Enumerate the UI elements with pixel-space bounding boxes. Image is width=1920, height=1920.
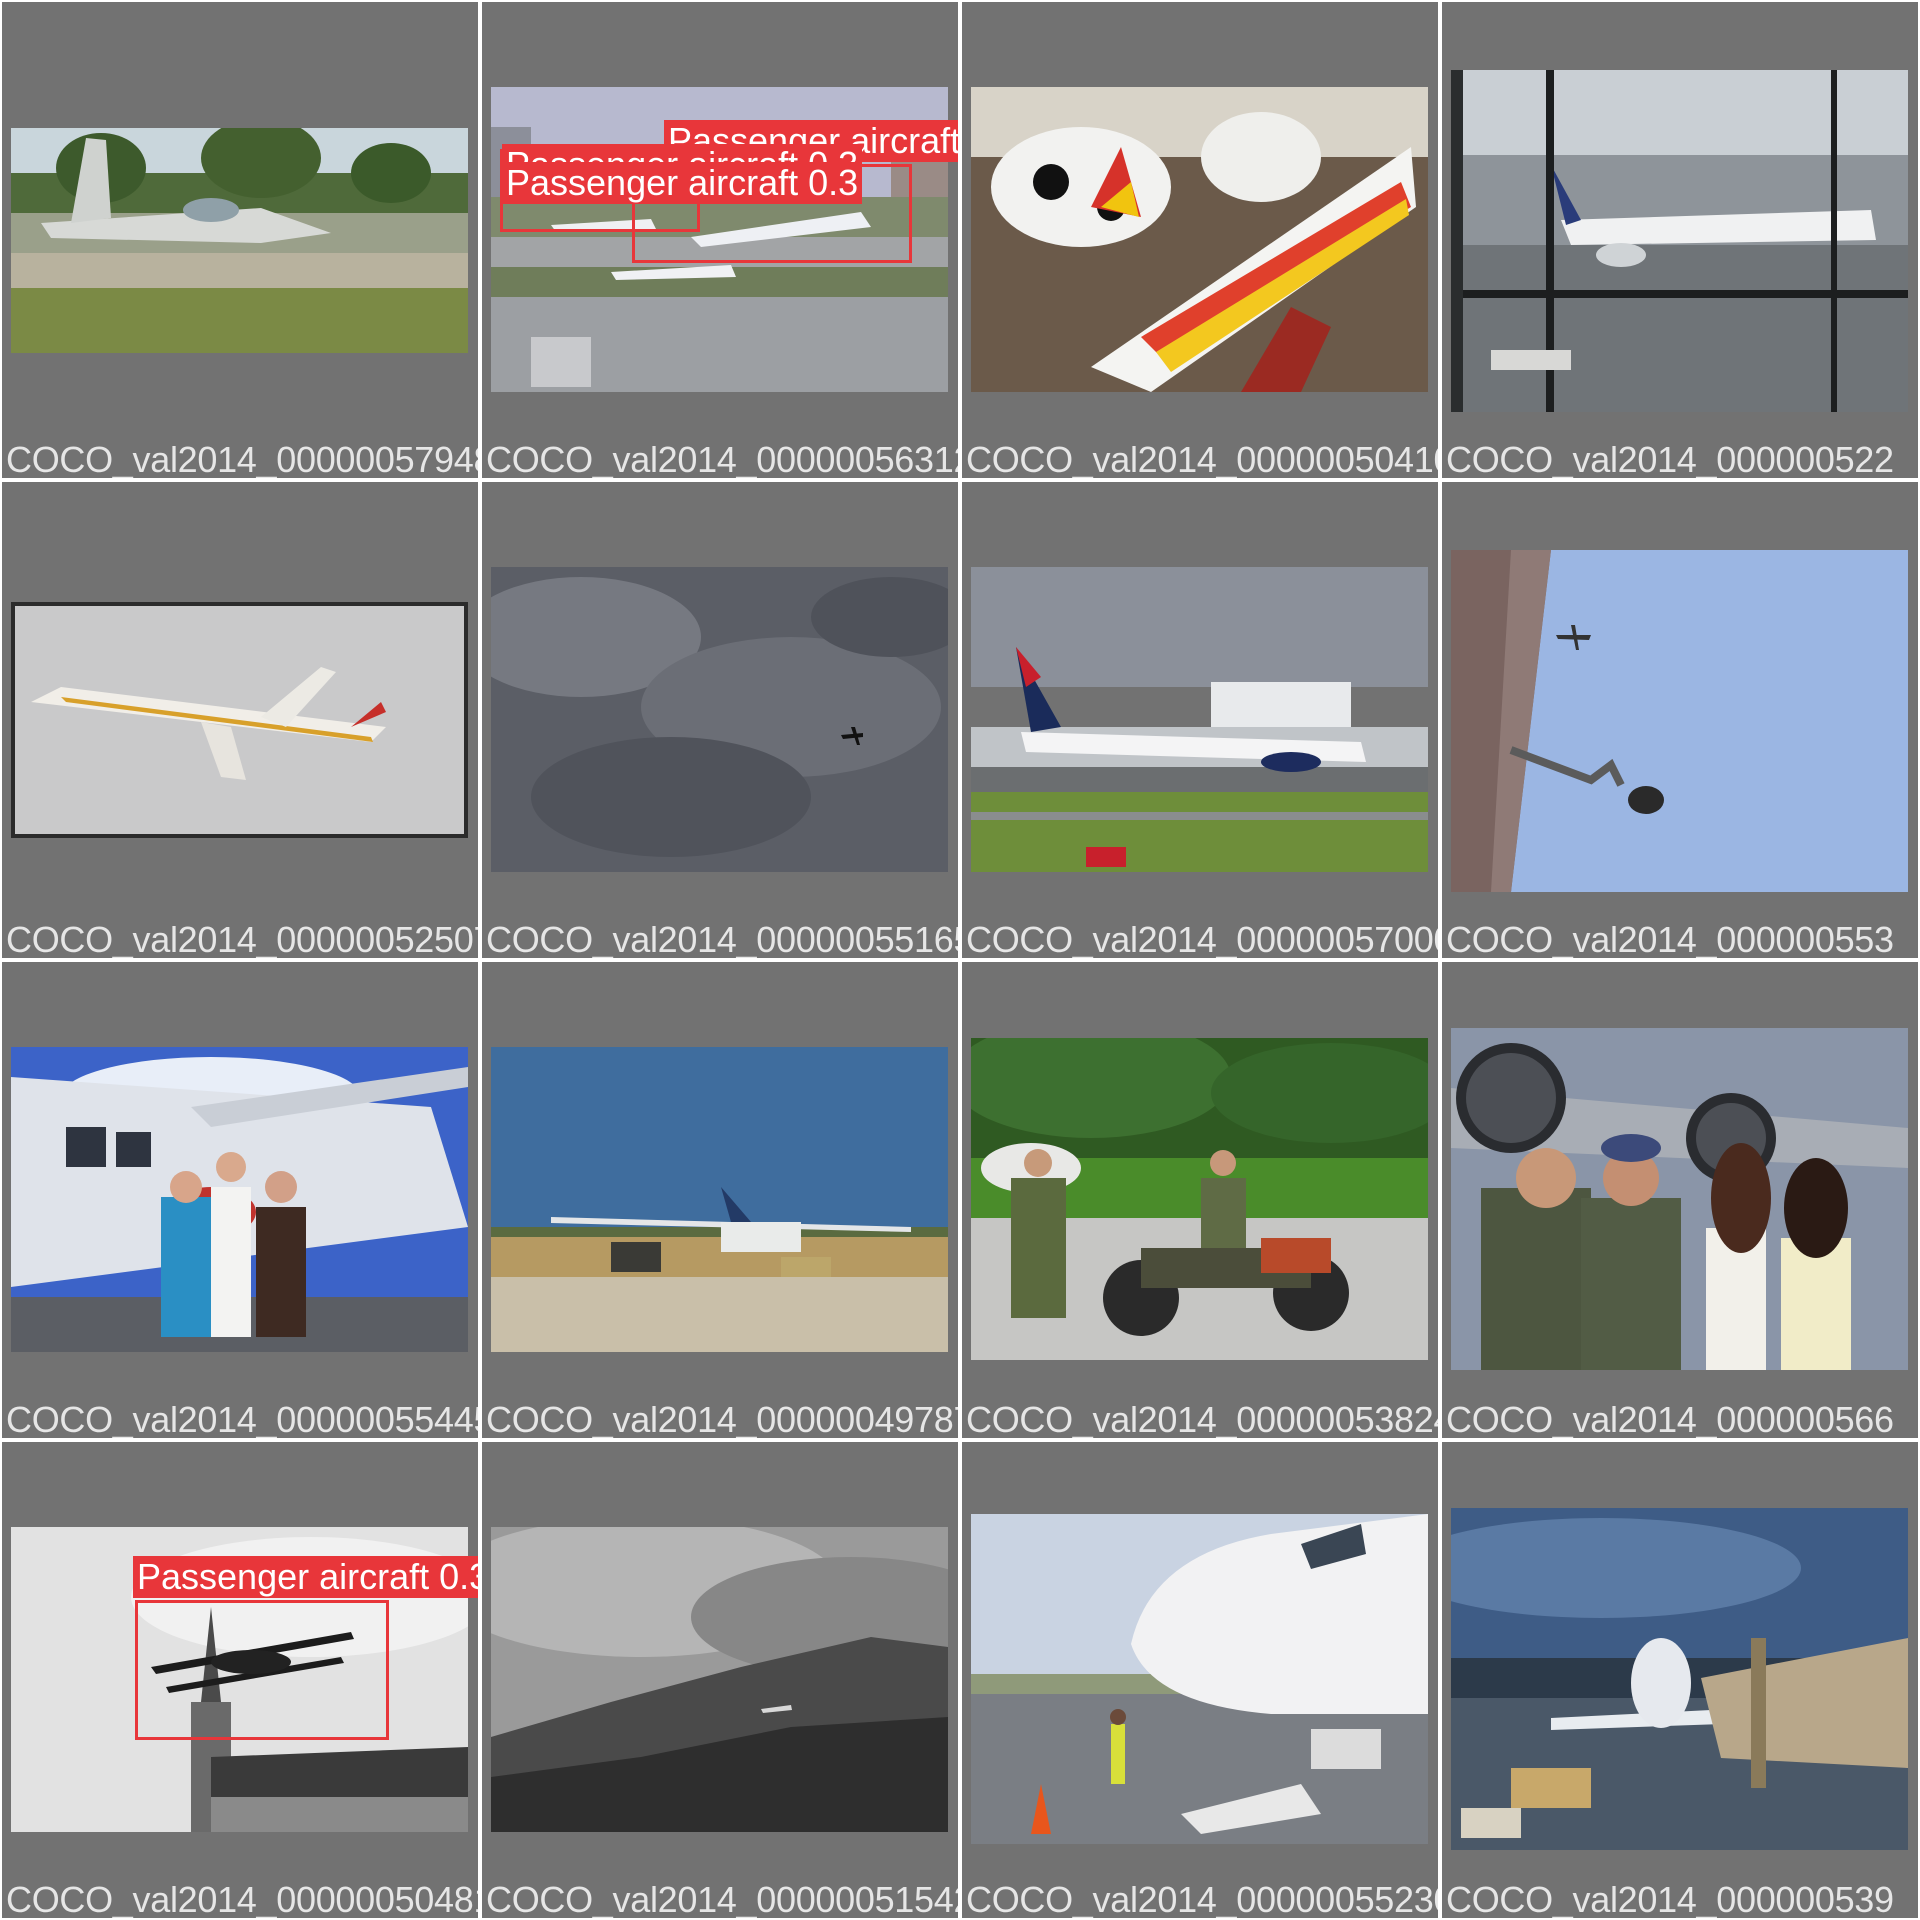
detection-box	[135, 1600, 389, 1740]
tile-image	[1451, 70, 1908, 412]
tile-image	[1451, 1028, 1908, 1370]
tile-image	[971, 1514, 1428, 1844]
detection-label: Passenger aircraft 0.3	[502, 162, 863, 204]
image-filename: COCO_val2014_000000579484.jpg	[6, 439, 478, 478]
tile: COCO_val2014_000000504101.jpg	[962, 2, 1438, 478]
tile-image	[11, 1047, 468, 1352]
tile: COCO_val2014_000000522	[1442, 2, 1918, 478]
image-filename: COCO_val2014_000000563127.jpg	[486, 439, 958, 478]
tile-image	[491, 1527, 948, 1832]
tile: COCO_val2014_000000579484.jpg	[2, 2, 478, 478]
image-filename: COCO_val2014_000000553	[1446, 919, 1894, 958]
image-filename: COCO_val2014_000000570001.jpg	[966, 919, 1438, 958]
tile-image	[971, 567, 1428, 872]
tile-image	[971, 1038, 1428, 1360]
tile-image	[491, 567, 948, 872]
image-filename: COCO_val2014_000000525077.jpg	[6, 919, 478, 958]
tile: COCO_val2014_000000554459.jpg	[2, 962, 478, 1438]
image-filename: COCO_val2014_000000522	[1446, 439, 1894, 478]
image-filename: COCO_val2014_000000539	[1446, 1879, 1894, 1918]
image-filename: COCO_val2014_000000504811.jpg	[6, 1879, 478, 1918]
image-filename: COCO_val2014_000000504101.jpg	[966, 439, 1438, 478]
image-filename: COCO_val2014_000000497878.jpg	[486, 1399, 958, 1438]
tile: COCO_val2014_000000515422.jpg	[482, 1442, 958, 1918]
tile: Passenger aircraft 0.4 Passenger aircraf…	[482, 2, 958, 478]
image-filename: COCO_val2014_000000515422.jpg	[486, 1879, 958, 1918]
detection-label: Passenger aircraft 0.3	[133, 1556, 478, 1598]
image-filename: COCO_val2014_000000538242.jpg	[966, 1399, 1438, 1438]
tile: COCO_val2014_000000539	[1442, 1442, 1918, 1918]
tile-image	[11, 128, 468, 353]
image-filename: COCO_val2014_000000552302.jpg	[966, 1879, 1438, 1918]
tile: COCO_val2014_000000497878.jpg	[482, 962, 958, 1438]
tile-image	[11, 602, 468, 838]
tile: COCO_val2014_000000553	[1442, 482, 1918, 958]
image-filename: COCO_val2014_000000551650.jpg	[486, 919, 958, 958]
tile: COCO_val2014_000000551650.jpg	[482, 482, 958, 958]
tile: COCO_val2014_000000570001.jpg	[962, 482, 1438, 958]
tile-image	[971, 87, 1428, 392]
mosaic-grid: COCO_val2014_000000579484.jpg Passenger …	[0, 0, 1920, 1920]
tile: Passenger aircraft 0.3 COCO_val2014_0000…	[2, 1442, 478, 1918]
tile-image	[1451, 1508, 1908, 1850]
tile: COCO_val2014_000000552302.jpg	[962, 1442, 1438, 1918]
image-filename: COCO_val2014_000000566	[1446, 1399, 1894, 1438]
tile: COCO_val2014_000000538242.jpg	[962, 962, 1438, 1438]
tile: COCO_val2014_000000525077.jpg	[2, 482, 478, 958]
tile-image	[1451, 550, 1908, 892]
tile-image	[491, 1047, 948, 1352]
image-filename: COCO_val2014_000000554459.jpg	[6, 1399, 478, 1438]
tile: COCO_val2014_000000566	[1442, 962, 1918, 1438]
